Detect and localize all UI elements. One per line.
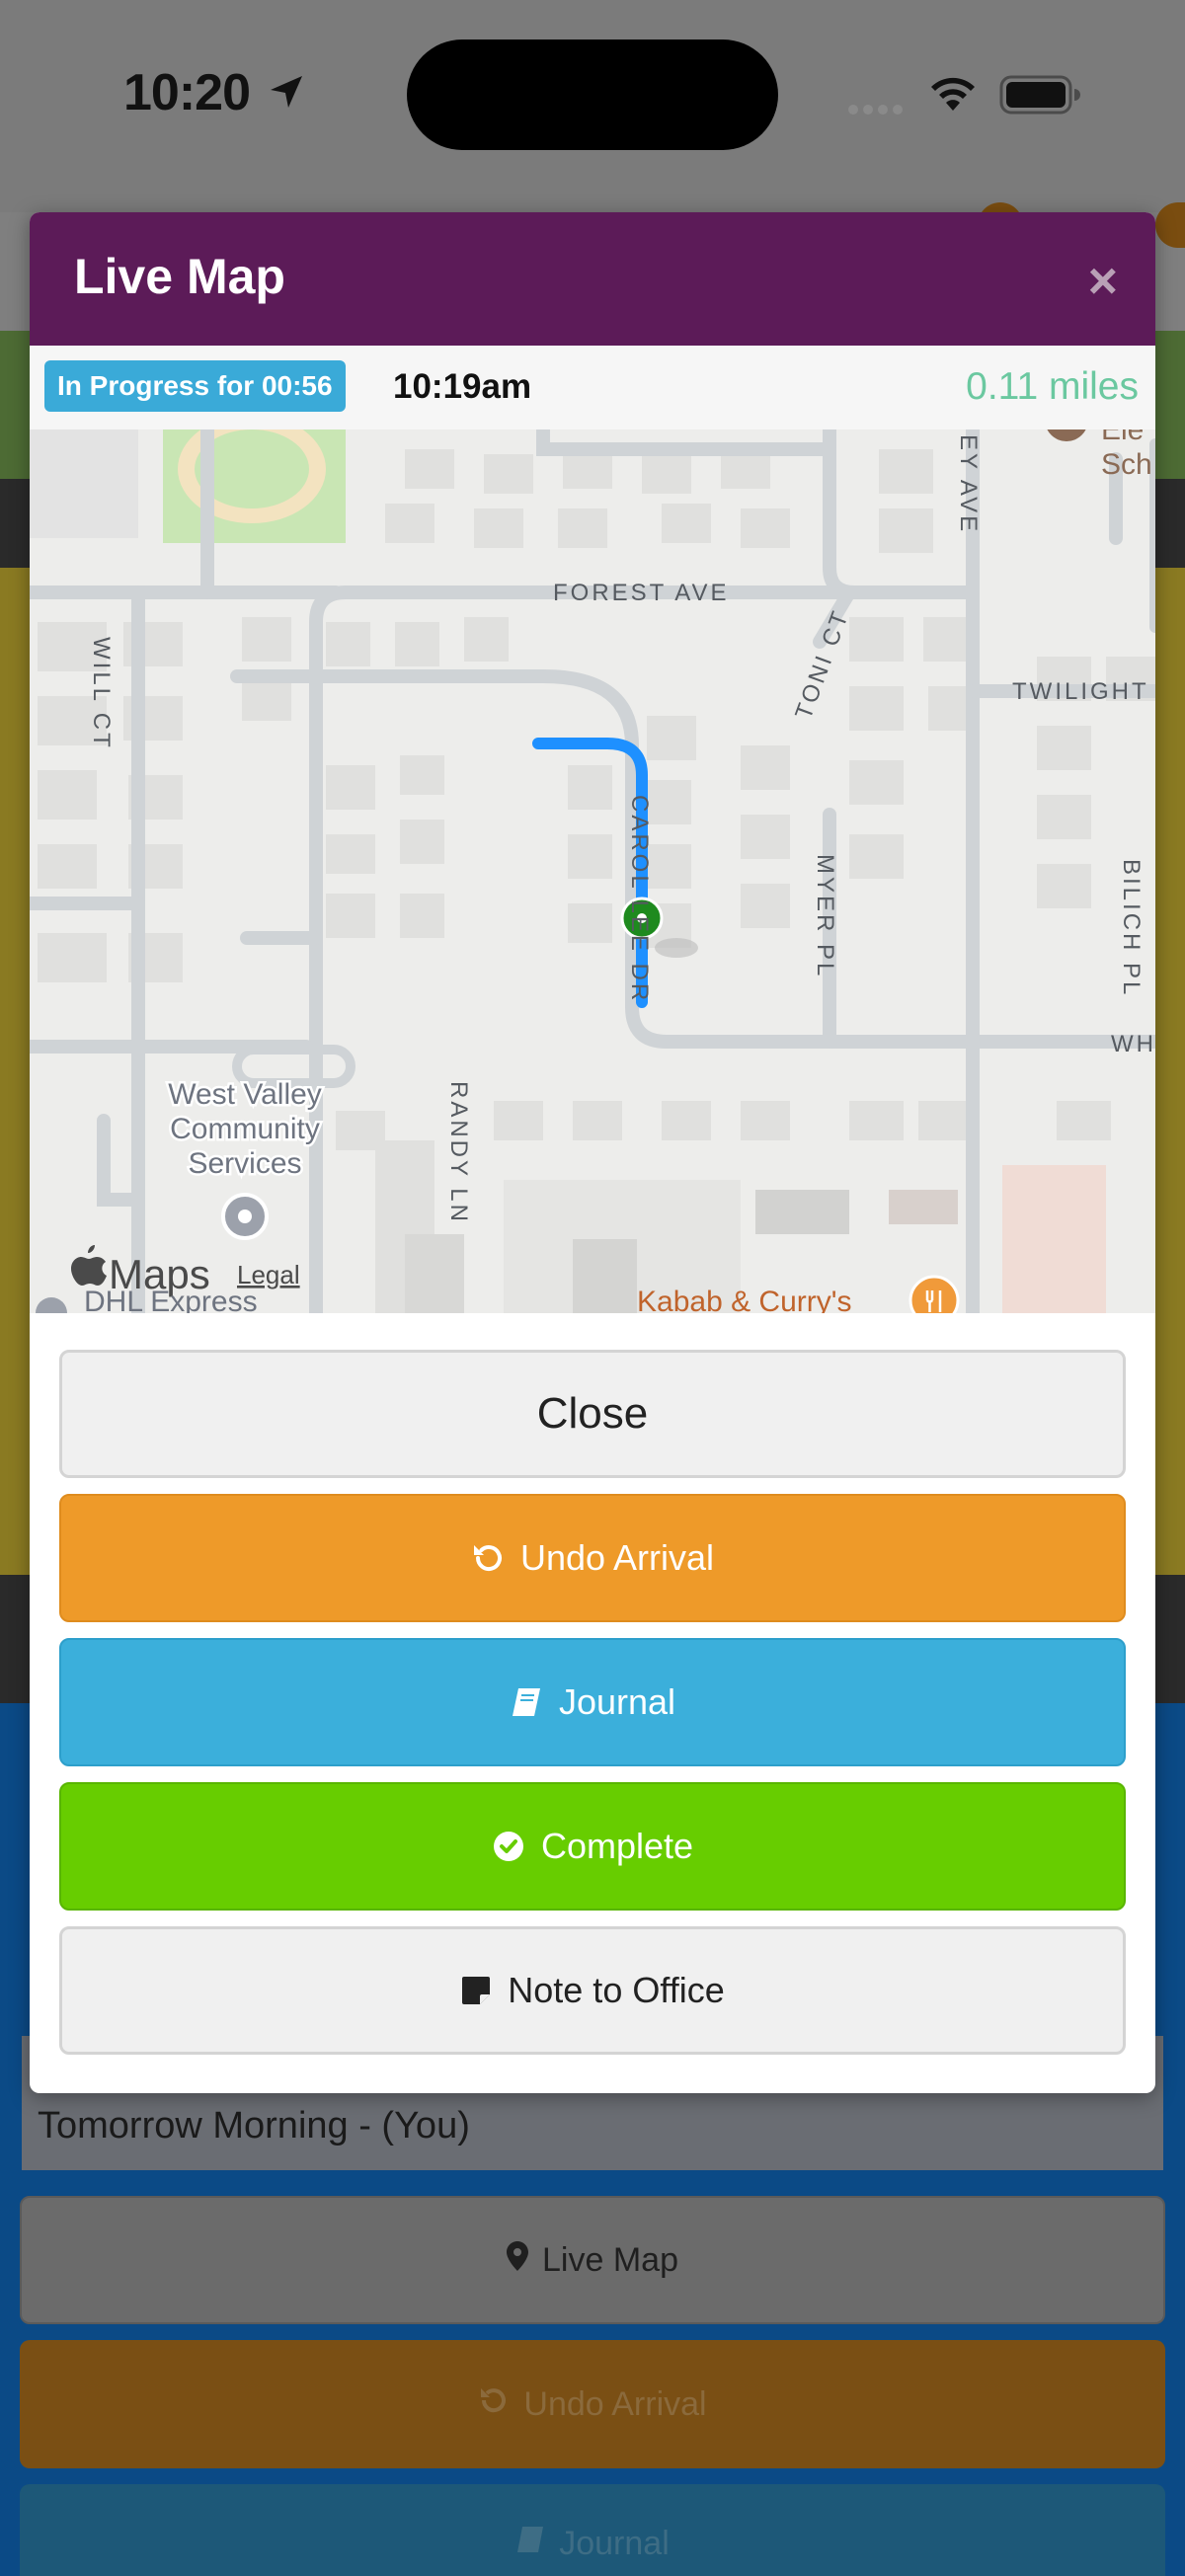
poi-dhl: DHL Express — [84, 1286, 258, 1313]
dynamic-island — [407, 39, 778, 150]
book-icon — [515, 2525, 545, 2563]
map-view[interactable]: FOREST AVE WILL CT TONI CT TWILIGHT CARO… — [30, 429, 1155, 1313]
poi-west-valley-line3: Services — [188, 1147, 301, 1180]
poi-pin-dhl — [36, 1297, 67, 1313]
building-footprint — [405, 1234, 464, 1313]
cellular-signal-icon — [847, 103, 907, 120]
building-footprint — [755, 1190, 849, 1234]
background-journal-button[interactable]: Journal — [20, 2484, 1165, 2576]
background-live-map-button[interactable]: Live Map — [20, 2196, 1165, 2324]
street-label-will-ct: WILL CT — [88, 637, 115, 750]
undo-arrival-button[interactable]: Undo Arrival — [59, 1494, 1126, 1622]
street-label-randy-ln: RANDY LN — [445, 1081, 472, 1224]
book-icon — [510, 1685, 543, 1719]
building-footprint — [889, 1190, 958, 1224]
distance-label: 0.11 miles — [966, 365, 1139, 408]
street-label-wh: WH — [1111, 1031, 1155, 1057]
journal-label: Journal — [558, 1681, 676, 1722]
building-footprint — [1002, 1165, 1106, 1313]
close-icon[interactable]: × — [1088, 256, 1118, 307]
street-label-bilich-pl: BILICH PL — [1118, 859, 1145, 997]
location-shadow — [655, 938, 698, 958]
background-journal-label: Journal — [559, 2524, 670, 2562]
note-to-office-button[interactable]: Note to Office — [59, 1926, 1126, 2055]
note-to-office-label: Note to Office — [508, 1970, 725, 2010]
poi-pin-center — [238, 1210, 252, 1223]
live-map-modal: Live Map × In Progress for 00:56 10:19am… — [30, 212, 1155, 2093]
poi-west-valley-line1: West Valley — [168, 1078, 322, 1111]
close-button-label: Close — [536, 1389, 649, 1438]
status-row: In Progress for 00:56 10:19am 0.11 miles — [30, 346, 1155, 429]
wifi-icon — [926, 73, 980, 117]
map-canvas[interactable]: FOREST AVE WILL CT TONI CT TWILIGHT CARO… — [30, 429, 1155, 1313]
street-label-twilight: TWILIGHT — [1012, 678, 1149, 705]
school-pin — [1047, 429, 1086, 441]
poi-kabab: Kabab & Curry's — [637, 1286, 852, 1313]
complete-label: Complete — [540, 1826, 694, 1866]
street-label-ey-ave: EY AVE — [955, 434, 982, 534]
sticky-note-icon — [460, 1975, 492, 2006]
street-label-carol-lee-dr: CAROL LEE DR — [626, 795, 653, 1003]
building-footprint — [573, 1239, 637, 1313]
background-undo-arrival-label: Undo Arrival — [523, 2384, 707, 2423]
undo-arrival-label: Undo Arrival — [519, 1537, 715, 1578]
arrival-time: 10:19am — [393, 367, 532, 406]
modal-header: Live Map × — [30, 212, 1155, 346]
modal-title: Live Map — [74, 249, 285, 304]
poi-school-line2: Sch — [1101, 448, 1152, 481]
journal-button[interactable]: Journal — [59, 1638, 1126, 1766]
background-undo-arrival-button[interactable]: Undo Arrival — [20, 2340, 1165, 2468]
restaurant-pin-icon — [908, 1275, 960, 1313]
apple-logo-icon — [71, 1245, 107, 1286]
progress-badge: In Progress for 00:56 — [44, 360, 346, 412]
close-button[interactable]: Close — [59, 1350, 1126, 1478]
undo-icon — [471, 1541, 505, 1575]
poi-west-valley-line2: Community — [170, 1113, 320, 1145]
complete-button[interactable]: Complete — [59, 1782, 1126, 1911]
map-marker-icon — [507, 2240, 529, 2280]
background-live-map-label: Live Map — [542, 2240, 678, 2279]
poi-school-line1: Ele — [1101, 429, 1144, 446]
street-label-toni-ct: TONI CT — [790, 605, 854, 723]
undo-icon — [478, 2384, 510, 2425]
location-arrow-icon — [267, 73, 306, 117]
building-block — [30, 429, 138, 538]
street-label-forest-ave: FOREST AVE — [553, 580, 730, 606]
battery-icon — [999, 75, 1082, 119]
check-circle-icon — [492, 1830, 525, 1863]
status-time: 10:20 — [123, 64, 251, 121]
street-label-myer-pl: MYER PL — [812, 854, 838, 978]
status-bar: 10:20 — [0, 0, 1185, 188]
